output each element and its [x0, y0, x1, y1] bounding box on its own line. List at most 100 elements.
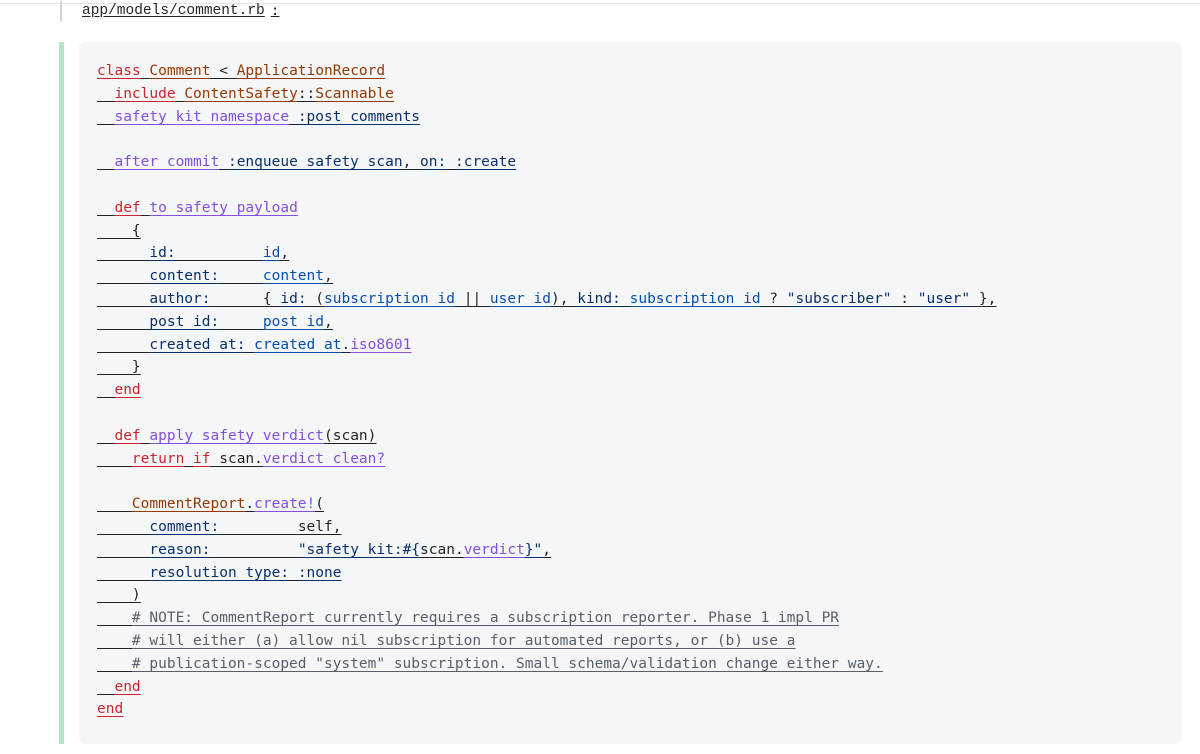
code-line: end — [97, 676, 1172, 699]
code-token: subscription_id — [324, 290, 455, 307]
code-line: class Comment < ApplicationRecord — [97, 60, 1172, 83]
code-token: on: — [420, 154, 447, 171]
code-token: subscription_id — [629, 290, 761, 307]
code-line: reason: "safety_kit:#{scan.verdict}", — [97, 539, 1172, 562]
code-token: create! — [254, 496, 316, 513]
code-token: :: — [297, 85, 316, 102]
code-token: to_safety_payload — [149, 199, 298, 216]
code-token: }" — [524, 541, 543, 558]
code-token: post_id: — [149, 313, 220, 330]
code-token: return — [131, 450, 185, 467]
code-token: : — [891, 290, 918, 307]
header-bar — [60, 1, 62, 21]
code-token: verdict — [463, 541, 525, 558]
code-token: ApplicationRecord — [236, 63, 386, 79]
blockquote-bar — [59, 42, 64, 744]
code-token: Comment — [149, 63, 211, 79]
code-token: end — [114, 382, 141, 399]
code-line: return if scan.verdict_clean? — [97, 448, 1172, 471]
code-block: class Comment < ApplicationRecord includ… — [79, 42, 1182, 744]
code-token: { — [131, 222, 141, 239]
code-token: :none — [297, 564, 342, 581]
code-token: post_id — [262, 313, 324, 330]
code-token: verdict_clean? — [262, 450, 386, 467]
code-token: { — [262, 290, 281, 307]
code-token: , — [402, 154, 421, 171]
file-header: app/models/comment.rb : — [60, 0, 279, 22]
code-token: CommentReport — [131, 496, 246, 513]
code-token: "subscriber" — [786, 290, 892, 307]
code-token: apply_safety_verdict — [149, 427, 325, 444]
code-token: kind: — [577, 290, 621, 307]
code-token: ContentSafety — [184, 85, 298, 102]
code-token: (scan) — [324, 427, 377, 444]
code-token: def — [114, 199, 141, 216]
code-token: . — [245, 496, 255, 513]
code-token: Scannable — [315, 85, 394, 102]
code-line: resolution_type: :none — [97, 562, 1172, 585]
code-token: , — [332, 518, 342, 535]
code-token: . — [341, 336, 351, 353]
code-content: class Comment < ApplicationRecord includ… — [97, 60, 1172, 721]
code-token: end — [114, 678, 141, 695]
code-token: , — [324, 313, 333, 330]
code-token: created_at — [254, 336, 342, 353]
code-line: content: content, — [97, 265, 1172, 288]
code-token: ( — [315, 496, 324, 513]
code-line: CommentReport.create!( — [97, 493, 1172, 516]
code-token: id: — [149, 245, 176, 262]
code-token: ), — [551, 290, 578, 307]
code-line: safety_kit_namespace :post_comments — [97, 106, 1172, 129]
code-line: # NOTE: CommentReport currently requires… — [97, 607, 1172, 630]
code-token: "user" — [917, 290, 971, 307]
code-line: } — [97, 356, 1172, 379]
code-token: iso8601 — [350, 336, 412, 353]
code-token: ( — [306, 290, 325, 307]
code-token: content: — [149, 268, 220, 285]
code-token: ? — [760, 290, 787, 307]
file-path-link[interactable]: app/models/comment.rb — [82, 3, 265, 19]
code-token: scan. — [210, 450, 263, 467]
code-line: ) — [97, 584, 1172, 607]
code-token: reason: — [149, 541, 211, 558]
code-token: include — [114, 85, 176, 102]
code-line: def apply_safety_verdict(scan) — [97, 425, 1172, 448]
code-token: after_commit — [114, 154, 220, 171]
code-token: scan. — [420, 541, 464, 558]
code-token: # publication-scoped "system" subscripti… — [131, 655, 883, 672]
file-path-colon: : — [270, 3, 280, 19]
code-token: :post_comments — [297, 108, 421, 125]
code-line: created_at: created_at.iso8601 — [97, 334, 1172, 357]
code-token: :enqueue_safety_scan — [227, 154, 403, 171]
code-line: id: id, — [97, 242, 1172, 265]
code-token: , — [542, 541, 551, 558]
